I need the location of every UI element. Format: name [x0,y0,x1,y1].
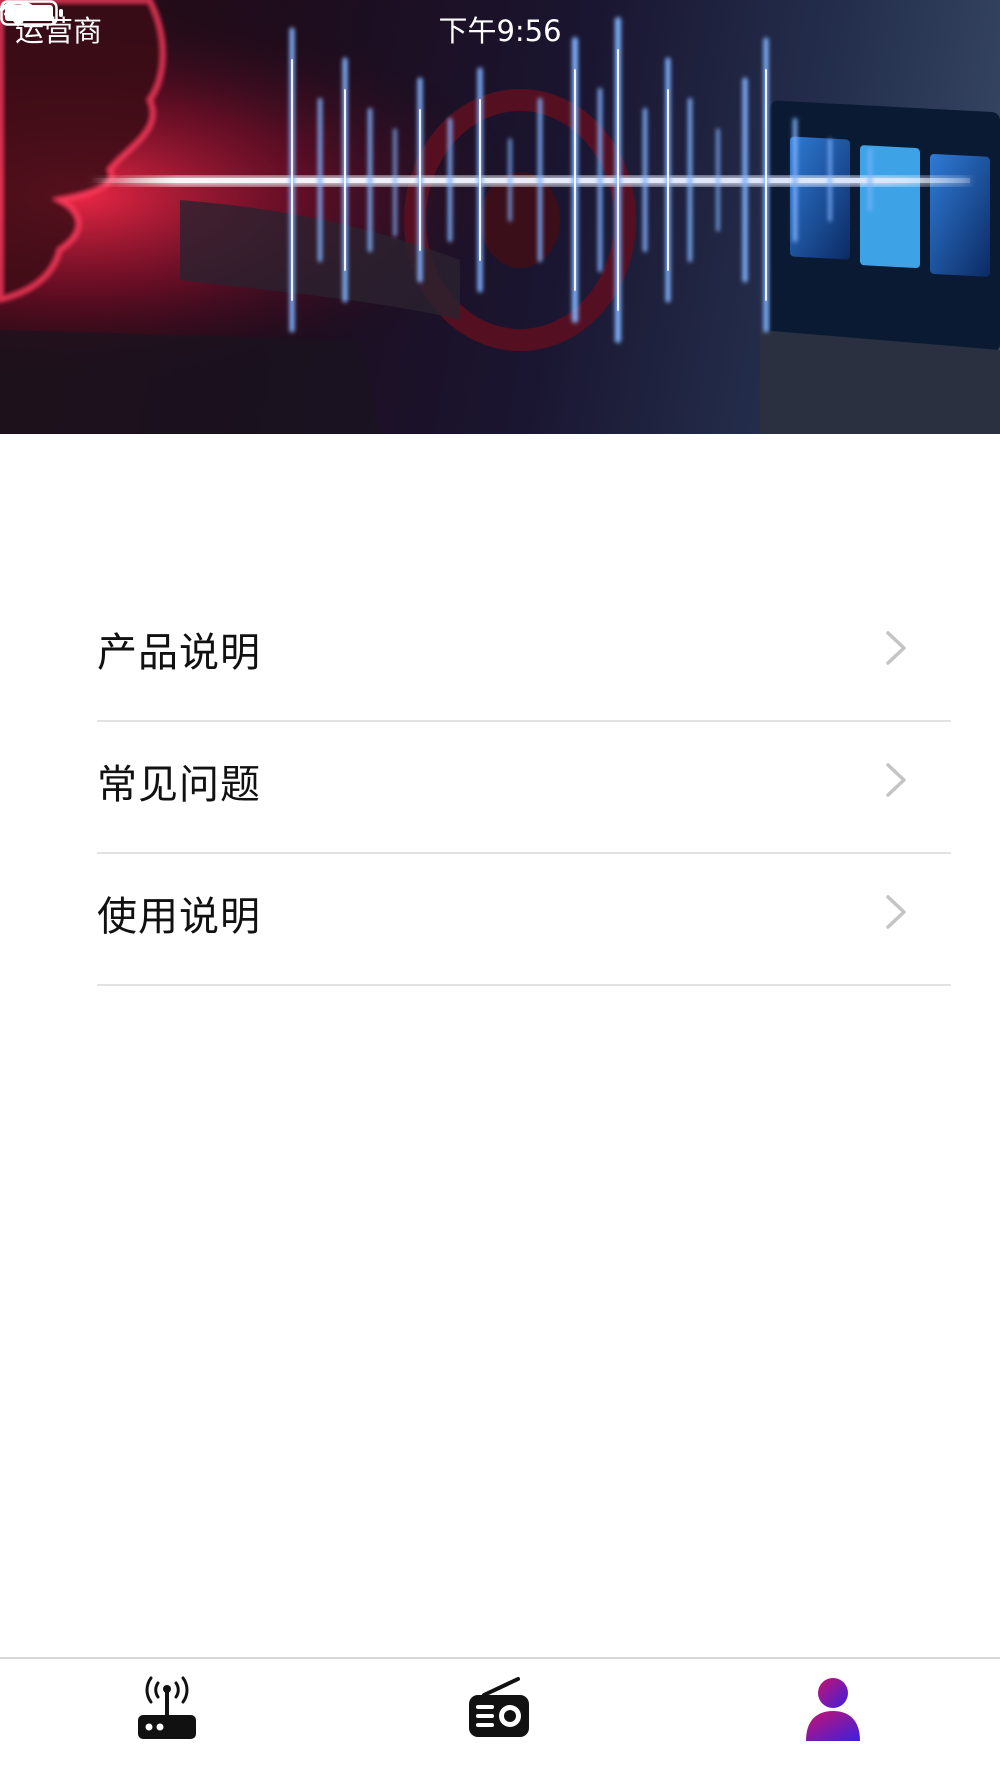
chevron-right-icon [886,895,906,929]
menu-item-label: 使用说明 [97,894,261,940]
menu-item-usage-instructions[interactable]: 使用说明 [97,854,951,986]
menu-item-faq[interactable]: 常见问题 [97,722,951,854]
user-icon [806,1678,860,1741]
router-icon [138,1676,196,1739]
menu-item-label: 常见问题 [97,762,261,808]
chevron-right-icon [886,763,906,797]
menu-item-label: 产品说明 [97,630,261,676]
chevron-right-icon [886,631,906,665]
hero-banner: 运营商 下午9:56 [0,0,1000,434]
menu-item-product-description[interactable]: 产品说明 [97,590,951,722]
tab-router[interactable] [132,1675,202,1745]
status-time: 下午9:56 [438,14,562,48]
status-bar: 运营商 下午9:56 [0,0,1000,50]
hero-image [0,0,1000,434]
menu-list: 产品说明 常见问题 使用说明 [97,590,951,986]
tab-radio[interactable] [464,1675,534,1745]
tab-user[interactable] [798,1675,868,1745]
tab-bar [0,1657,1000,1780]
radio-icon [469,1677,529,1737]
battery-icon [0,0,63,26]
